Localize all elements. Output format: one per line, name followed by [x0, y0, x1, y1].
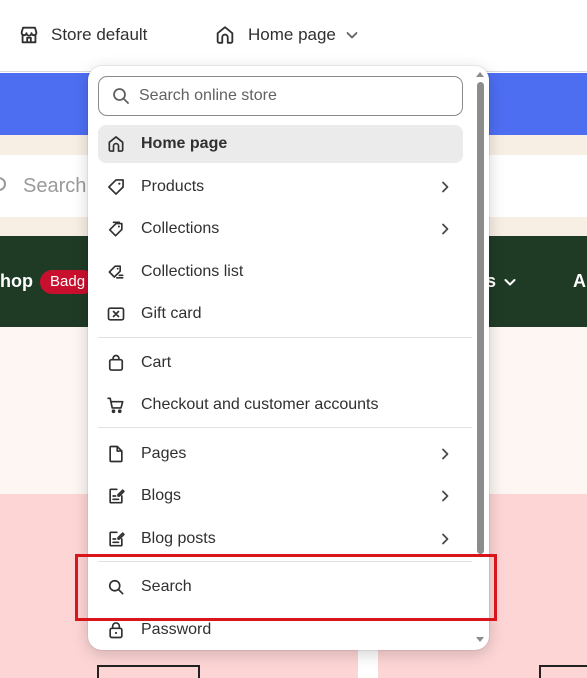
- collections-list-icon: [108, 265, 124, 279]
- scroll-up-arrow-icon[interactable]: [475, 70, 485, 78]
- page-selector-label: Home page: [248, 25, 336, 44]
- menu-item-label: Products: [141, 178, 205, 195]
- lock-icon: [109, 622, 123, 639]
- chevron-right-icon: [442, 490, 449, 502]
- bag-icon: [108, 354, 124, 371]
- preview-button-left: [97, 665, 200, 678]
- menu-item-home-page[interactable]: Home page: [98, 125, 463, 163]
- menu-item-label: Collections: [141, 220, 220, 237]
- store-selector[interactable]: Store default: [18, 24, 147, 46]
- scroll-down-arrow-icon[interactable]: [475, 636, 485, 644]
- menu-item-collections-list[interactable]: Collections list: [98, 253, 463, 291]
- menu-item-label: Blogs: [141, 487, 182, 504]
- chevron-down-icon: [504, 278, 516, 285]
- store-selector-label: Store default: [51, 25, 148, 44]
- highlight-box: [75, 554, 497, 621]
- preview-nav-item: s: [486, 271, 518, 292]
- menu-item-pages[interactable]: Pages: [98, 435, 463, 473]
- collections-icon: [108, 221, 123, 237]
- menu-item-label: Checkout and customer accounts: [141, 396, 379, 413]
- cart-icon: [107, 397, 124, 414]
- preview-search-placeholder: Search: [23, 175, 87, 197]
- menu-item-gift-card[interactable]: Gift card: [98, 295, 463, 333]
- menu-item-label: Home page: [141, 135, 228, 152]
- search-online-store-input[interactable]: [139, 87, 439, 105]
- dropdown-scrollbar[interactable]: [477, 82, 484, 554]
- preview-nav-shop: hop: [0, 271, 33, 291]
- menu-item-cart[interactable]: Cart: [98, 344, 463, 382]
- chevron-down-icon: [346, 32, 358, 39]
- page-icon: [109, 445, 123, 463]
- menu-item-checkout[interactable]: Checkout and customer accounts: [98, 386, 463, 424]
- blog-icon: [109, 488, 125, 504]
- menu-item-label: Password: [141, 621, 212, 638]
- menu-item-label: Blog posts: [141, 530, 216, 547]
- menu-item-label: Cart: [141, 354, 172, 371]
- home-icon: [216, 26, 234, 44]
- store-icon: [20, 26, 38, 44]
- chevron-right-icon: [442, 448, 449, 460]
- search-icon: [113, 88, 129, 104]
- menu-item-products[interactable]: Products: [98, 168, 463, 206]
- chevron-right-icon: [442, 533, 449, 545]
- preview-nav-item-2: A: [573, 271, 586, 291]
- menu-item-label: Pages: [141, 445, 187, 462]
- chevron-right-icon: [442, 223, 449, 235]
- chevron-right-icon: [442, 181, 449, 193]
- blog-post-icon: [109, 531, 125, 547]
- menu-item-label: Collections list: [141, 263, 244, 280]
- page-selector[interactable]: Home page: [214, 24, 360, 46]
- gift-card-icon: [107, 307, 125, 321]
- menu-divider: [98, 427, 472, 428]
- preview-button-right: [539, 665, 587, 678]
- preview-nav-badge: Badg: [40, 270, 96, 294]
- menu-item-blogs[interactable]: Blogs: [98, 477, 463, 515]
- menu-item-label: Gift card: [141, 305, 202, 322]
- menu-item-collections[interactable]: Collections: [98, 210, 463, 248]
- search-online-store-field[interactable]: [98, 76, 463, 116]
- menu-divider: [98, 337, 472, 338]
- tag-icon: [108, 179, 124, 195]
- editor-topbar: Store default Home page: [0, 0, 587, 72]
- home-icon: [108, 136, 124, 152]
- menu-item-blog-posts[interactable]: Blog posts: [98, 520, 463, 558]
